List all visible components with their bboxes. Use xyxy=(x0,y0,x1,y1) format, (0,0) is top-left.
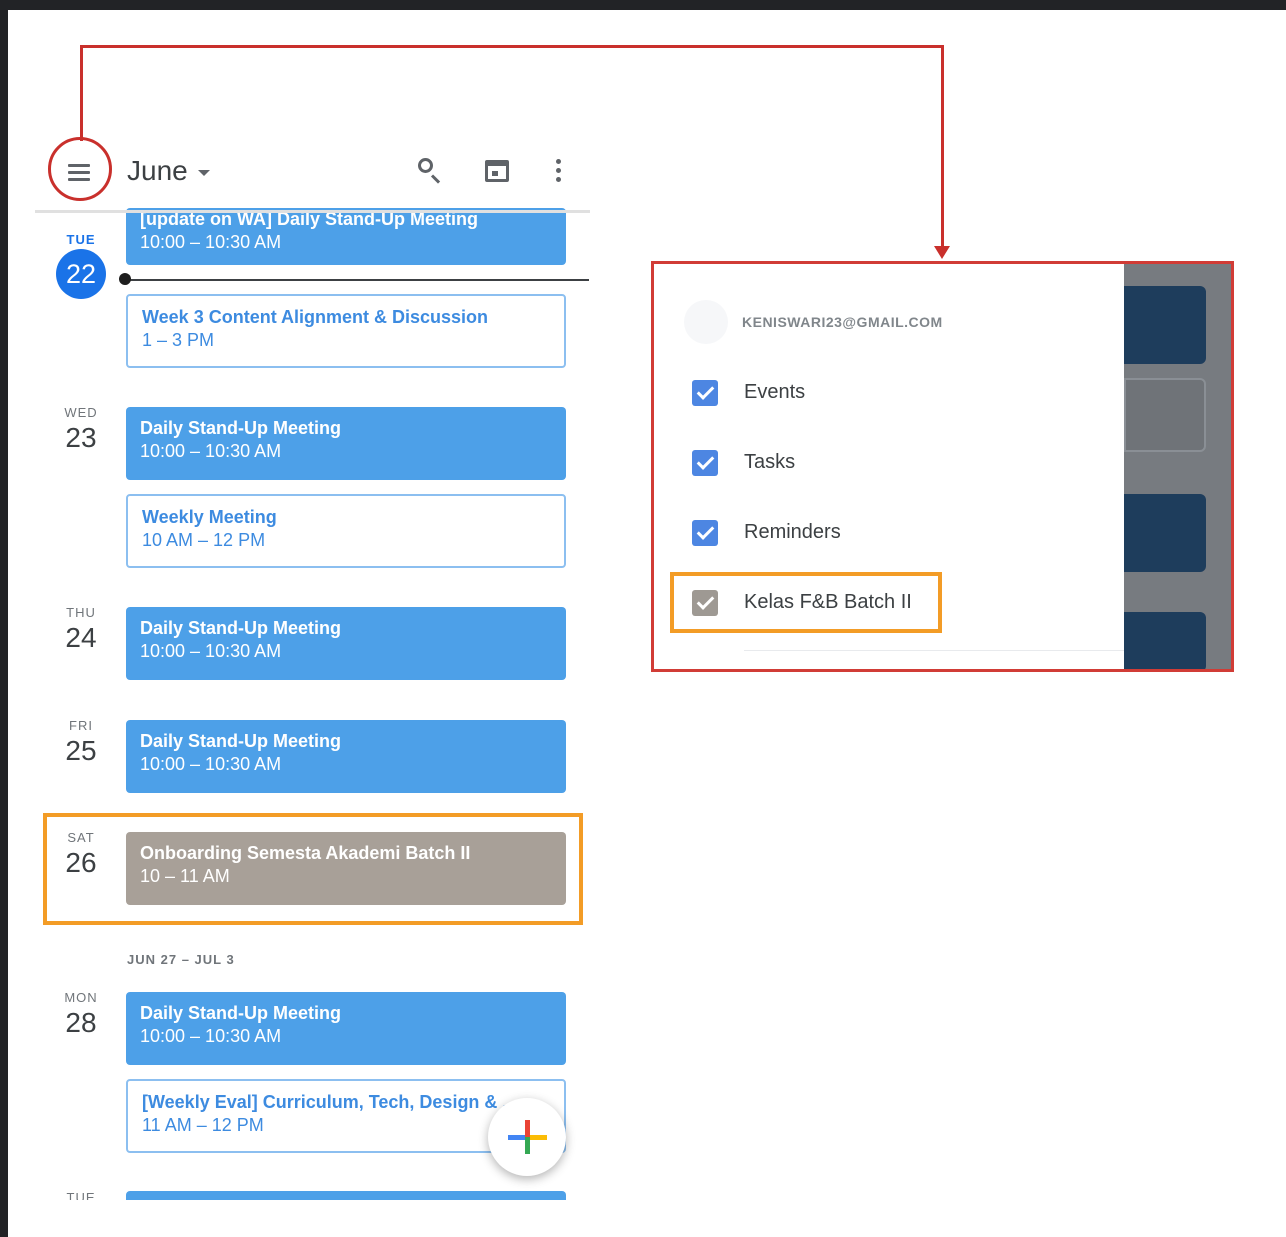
page-bottom xyxy=(8,1200,608,1237)
annotation-connector xyxy=(941,45,944,250)
day-of-week: TUE xyxy=(66,1190,96,1200)
background-event xyxy=(1124,378,1206,452)
event-title: Week 3 Content Alignment & Discussion xyxy=(142,307,489,327)
app-bar: June xyxy=(35,145,590,210)
day-label: THU 24 xyxy=(50,605,112,654)
event-card[interactable]: Daily Stand-Up Meeting 10:00 – 10:30 AM xyxy=(126,720,566,793)
month-label: June xyxy=(127,155,188,186)
day-of-week: WED xyxy=(64,405,98,420)
event-title: Daily Stand-Up Meeting xyxy=(140,1003,342,1023)
calendar-toggle-reminders[interactable]: Reminders xyxy=(692,515,1112,551)
current-time-line xyxy=(122,279,589,281)
month-selector[interactable]: June xyxy=(127,155,210,187)
create-event-button[interactable] xyxy=(488,1098,566,1176)
more-vert-icon[interactable] xyxy=(543,155,575,187)
day-label-today: TUE 22 xyxy=(50,232,112,299)
today-badge[interactable]: 22 xyxy=(56,249,106,299)
caret-down-icon xyxy=(197,169,210,176)
day-number[interactable]: 28 xyxy=(50,1007,112,1039)
current-time-dot xyxy=(119,273,131,285)
event-time: 10:00 – 10:30 AM xyxy=(140,232,282,252)
annotation-circle xyxy=(48,137,112,201)
annotation-arrow-icon xyxy=(934,246,950,259)
event-card[interactable]: [update on WA] Daily Stand-Up Meeting 10… xyxy=(126,208,566,265)
day-number[interactable]: 23 xyxy=(50,422,112,454)
event-title: [Weekly Eval] Curriculum, Tech, Design &… xyxy=(142,1092,518,1112)
annotation-connector xyxy=(80,45,944,48)
app-bar-divider xyxy=(35,210,590,213)
avatar[interactable] xyxy=(684,300,728,344)
event-card[interactable]: Daily Stand-Up Meeting 10:00 – 10:30 AM xyxy=(126,607,566,680)
day-label: MON 28 xyxy=(50,990,112,1039)
day-of-week: THU xyxy=(66,605,96,620)
checkbox-icon[interactable] xyxy=(692,380,718,406)
day-of-week: FRI xyxy=(69,718,93,733)
background-event xyxy=(1124,612,1206,669)
week-range-label: JUN 27 – JUL 3 xyxy=(127,952,235,967)
day-of-week: MON xyxy=(64,990,98,1005)
calendar-toggle-tasks[interactable]: Tasks xyxy=(692,445,1112,481)
day-label: FRI 25 xyxy=(50,718,112,767)
day-number[interactable]: 25 xyxy=(50,735,112,767)
event-time: 10:00 – 10:30 AM xyxy=(140,441,282,461)
checkbox-icon[interactable] xyxy=(692,520,718,546)
event-title: Daily Stand-Up Meeting xyxy=(140,418,342,438)
event-card-partial[interactable] xyxy=(126,1191,566,1200)
calendar-label: Tasks xyxy=(744,451,796,473)
event-title: Daily Stand-Up Meeting xyxy=(140,731,342,751)
checkbox-icon[interactable] xyxy=(692,450,718,476)
event-time: 1 – 3 PM xyxy=(142,330,215,350)
annotation-highlight-calendar xyxy=(670,572,942,633)
calendar-toggle-events[interactable]: Events xyxy=(692,375,1112,411)
event-card[interactable]: Daily Stand-Up Meeting 10:00 – 10:30 AM xyxy=(126,992,566,1065)
event-card[interactable]: Daily Stand-Up Meeting 10:00 – 10:30 AM xyxy=(126,407,566,480)
search-icon[interactable] xyxy=(415,155,447,187)
event-time: 10:00 – 10:30 AM xyxy=(140,754,282,774)
event-time: 10 AM – 12 PM xyxy=(142,530,266,550)
calendar-today-icon[interactable] xyxy=(482,155,514,187)
day-label: WED 23 xyxy=(50,405,112,454)
annotation-highlight-event xyxy=(43,813,583,925)
account-email[interactable]: KENISWARI23@GMAIL.COM xyxy=(742,314,943,330)
calendar-label: Reminders xyxy=(744,521,841,543)
calendar-label: Events xyxy=(744,381,806,403)
day-of-week: TUE xyxy=(66,232,96,247)
event-card[interactable]: Weekly Meeting 10 AM – 12 PM xyxy=(126,494,566,568)
annotation-connector xyxy=(80,46,83,141)
background-event xyxy=(1124,494,1206,572)
background-event xyxy=(1124,286,1206,364)
event-time: 10:00 – 10:30 AM xyxy=(140,641,282,661)
divider xyxy=(744,650,1124,651)
event-card[interactable]: Week 3 Content Alignment & Discussion 1 … xyxy=(126,294,566,368)
event-title: Daily Stand-Up Meeting xyxy=(140,618,342,638)
event-title: Weekly Meeting xyxy=(142,507,277,527)
event-time: 10:00 – 10:30 AM xyxy=(140,1026,282,1046)
day-number[interactable]: 24 xyxy=(50,622,112,654)
